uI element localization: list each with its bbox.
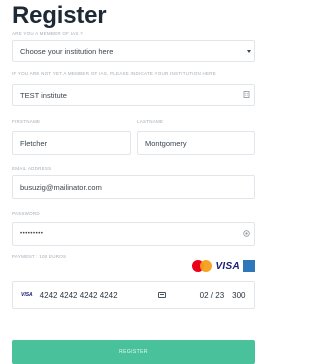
lastname-label: LASTNAME <box>137 119 164 124</box>
eye-icon[interactable] <box>238 229 254 239</box>
chevron-down-icon <box>247 49 251 53</box>
card-expiry[interactable]: 02 / 23 <box>200 291 224 300</box>
password-value: ••••••••• <box>20 231 44 237</box>
firstname-input[interactable]: Fletcher <box>12 131 131 155</box>
institution-select-value: Choose your institution here <box>20 46 114 56</box>
visa-small-icon: VISA <box>21 292 33 298</box>
email-value: busuzig@mailinator.com <box>20 182 102 192</box>
password-label: PASSWORD <box>12 211 40 216</box>
email-label: EMAIL ADDRESS <box>12 166 52 171</box>
visa-icon: VISA <box>215 260 240 272</box>
card-cvc-icon <box>157 292 166 298</box>
card-input[interactable]: VISA 4242 4242 4242 4242 02 / 23 300 <box>12 281 255 309</box>
email-input[interactable]: busuzig@mailinator.com <box>12 175 255 199</box>
firstname-value: Fletcher <box>20 138 48 148</box>
page-title: Register <box>12 2 107 29</box>
institution-label: IF YOU ARE NOT YET A MEMBER OF IAS, PLEA… <box>12 71 217 76</box>
register-button[interactable]: REGISTER <box>12 340 255 364</box>
building-icon <box>238 90 254 100</box>
card-brands: VISA <box>192 260 255 272</box>
payment-label: PAYMENT : 100 EUROS <box>12 254 67 259</box>
member-question-label: ARE YOU A MEMBER OF IAS ? <box>12 31 83 36</box>
institution-input[interactable]: TEST institute <box>12 84 255 106</box>
lastname-value: Montgomery <box>145 138 187 148</box>
amex-icon <box>243 260 255 272</box>
card-number[interactable]: 4242 4242 4242 4242 <box>40 291 158 300</box>
institution-select[interactable]: Choose your institution here <box>12 40 255 62</box>
password-input[interactable]: ••••••••• <box>12 222 255 246</box>
card-cvc[interactable]: 300 <box>232 291 245 300</box>
lastname-input[interactable]: Montgomery <box>137 131 255 155</box>
firstname-label: FIRSTNAME <box>12 119 41 124</box>
mastercard-icon <box>192 260 213 272</box>
institution-value: TEST institute <box>20 90 67 100</box>
